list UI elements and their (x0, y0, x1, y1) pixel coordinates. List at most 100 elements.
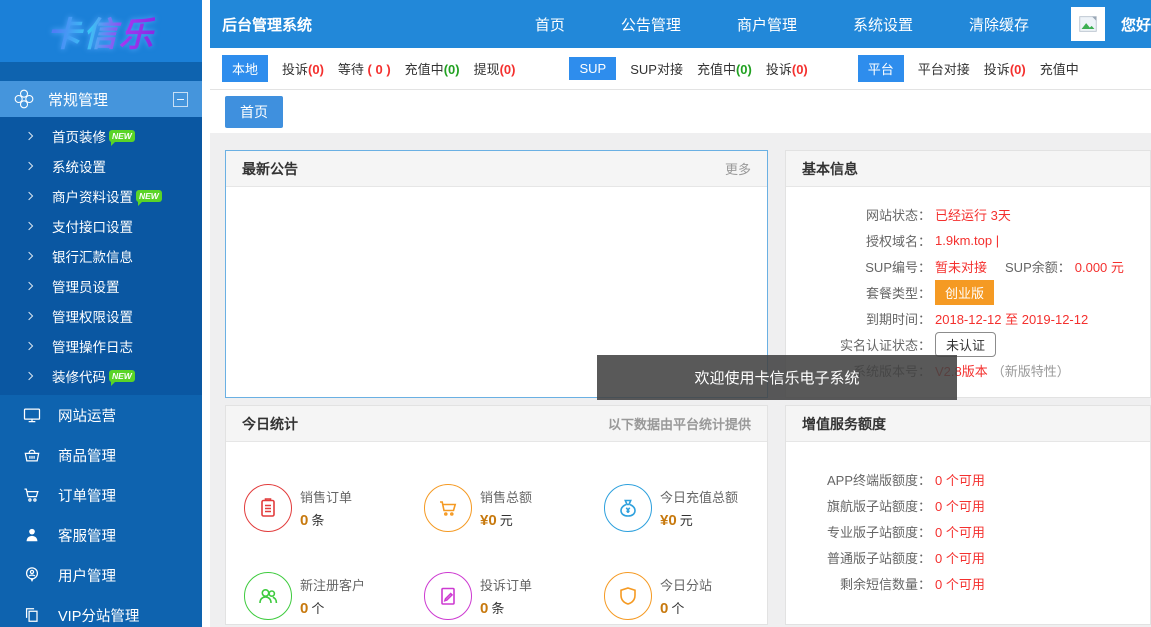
quota-row-flagship: 旗航版子站额度： 0 个可用 (786, 492, 1150, 518)
quota-body: APP终端版额度： 0 个可用 旗航版子站额度： 0 个可用 专业版子站额度： … (786, 442, 1150, 596)
sidebar-item-decor-code[interactable]: 装修代码 NEW (0, 361, 202, 391)
sidebar-item-label: 用户管理 (58, 565, 116, 586)
quota-row-standard: 普通版子站额度： 0 个可用 (786, 544, 1150, 570)
app-root: 卡信乐 常规管理 首页装修 NEW 系统设置 商户资料设置 N (0, 0, 1151, 627)
nav-home[interactable]: 首页 (535, 14, 565, 35)
sidebar-item-label: 管理权限设置 (52, 306, 133, 326)
sidebar-item-payment-interface[interactable]: 支付接口设置 (0, 211, 202, 241)
sup-tab-badge[interactable]: SUP (569, 57, 616, 80)
sup-number-value: 暂未对接 (935, 257, 987, 276)
basic-info-title: 基本信息 (802, 159, 858, 179)
sup-complaints[interactable]: 投诉(0) (766, 59, 808, 78)
chevron-right-icon (25, 222, 33, 230)
sidebar-item-label: VIP分站管理 (58, 605, 139, 626)
users-icon (256, 584, 280, 608)
order-icon (256, 496, 280, 520)
support-person-icon (22, 525, 42, 545)
stat-today-substations: 今日分站 0个 (604, 552, 784, 627)
nav-announcement-management[interactable]: 公告管理 (621, 14, 681, 35)
image-placeholder-icon (1077, 13, 1099, 35)
quota-row-professional: 专业版子站额度： 0 个可用 (786, 518, 1150, 544)
nav-merchant-management[interactable]: 商户管理 (737, 14, 797, 35)
stat-today-recharge: 今日充值总额 ¥0元 (604, 464, 784, 552)
sidebar-item-operation-log[interactable]: 管理操作日志 (0, 331, 202, 361)
user-pin-icon (22, 565, 42, 585)
sidebar-item-label: 商户资料设置 (52, 186, 133, 206)
local-complaints[interactable]: 投诉(0) (282, 59, 324, 78)
stats-bar: 本地 投诉(0) 等待 ( 0 ) 充值中(0) 提现(0) SUP SUP对接… (210, 48, 1151, 90)
shield-icon (616, 584, 640, 608)
nav-system-settings[interactable]: 系统设置 (853, 14, 913, 35)
user-greeting: 您好 (1121, 14, 1151, 35)
chevron-right-icon (25, 192, 33, 200)
sidebar-item-admin-permissions[interactable]: 管理权限设置 (0, 301, 202, 331)
realname-status-row: 实名认证状态： 未认证 (786, 331, 1150, 357)
sidebar-item-label: 管理操作日志 (52, 336, 133, 356)
stats-source-note: 以下数据由平台统计提供 (608, 414, 751, 433)
nav-clear-cache[interactable]: 清除缓存 (969, 14, 1029, 35)
sidebar-section-regular-management[interactable]: 常规管理 (0, 81, 202, 117)
today-stats-title: 今日统计 (242, 414, 298, 434)
more-link[interactable]: 更多 (725, 159, 751, 178)
sidebar-item-merchant-profile[interactable]: 商户资料设置 NEW (0, 181, 202, 211)
sidebar-item-label: 支付接口设置 (52, 216, 133, 236)
sidebar-item-label: 装修代码 (52, 366, 106, 386)
sidebar-item-site-operation[interactable]: 网站运营 (0, 395, 202, 435)
expire-time-row: 到期时间： 2018-12-12 至 2019-12-12 (786, 305, 1150, 331)
moneybag-icon (616, 496, 640, 520)
quota-title: 增值服务额度 (802, 414, 886, 434)
sidebar-item-homepage-decor[interactable]: 首页装修 NEW (0, 121, 202, 151)
platform-complaints[interactable]: 投诉(0) (984, 59, 1026, 78)
avatar[interactable] (1071, 7, 1105, 41)
basic-info-body: 网站状态： 已经运行 3天 授权域名： 1.9km.top | SUP编号： 暂… (786, 187, 1150, 383)
stat-sales-orders: 销售订单 0条 (244, 464, 424, 552)
new-badge: NEW (136, 190, 162, 202)
pages-icon (22, 605, 42, 625)
sidebar-item-admin-settings[interactable]: 管理员设置 (0, 271, 202, 301)
app-title: 后台管理系统 (222, 14, 312, 35)
expire-time-value: 2018-12-12 至 2019-12-12 (935, 309, 1088, 328)
sidebar-section-label: 常规管理 (48, 89, 173, 110)
quota-panel: 增值服务额度 APP终端版额度： 0 个可用 旗航版子站额度： 0 个可用 专业… (785, 405, 1151, 625)
sup-connect[interactable]: SUP对接 (630, 59, 683, 78)
sidebar-item-bank-remittance[interactable]: 银行汇款信息 (0, 241, 202, 271)
sup-recharging[interactable]: 充值中(0) (697, 59, 752, 78)
sidebar-item-order-management[interactable]: 订单管理 (0, 475, 202, 515)
sidebar-item-label: 客服管理 (58, 525, 116, 546)
logo[interactable]: 卡信乐 (0, 0, 202, 62)
sidebar-item-user-management[interactable]: 用户管理 (0, 555, 202, 595)
cart-icon (436, 496, 460, 520)
chevron-right-icon (25, 132, 33, 140)
sidebar-item-vip-substation[interactable]: VIP分站管理 (0, 595, 202, 627)
chevron-right-icon (25, 312, 33, 320)
topbar-nav: 首页 公告管理 商户管理 系统设置 清除缓存 (535, 14, 1029, 35)
realname-status-button[interactable]: 未认证 (935, 332, 996, 357)
platform-tab-badge[interactable]: 平台 (858, 55, 904, 82)
chevron-right-icon (25, 252, 33, 260)
basket-icon (22, 445, 42, 465)
authorized-domain-value: 1.9km.top | (935, 233, 999, 248)
collapse-icon[interactable] (173, 92, 188, 107)
stat-new-customers: 新注册客户 0个 (244, 552, 424, 627)
local-withdraw[interactable]: 提现(0) (474, 59, 516, 78)
version-feature-note[interactable]: （新版特性） (992, 361, 1070, 380)
local-waiting[interactable]: 等待 ( 0 ) (338, 59, 391, 78)
sidebar-item-system-settings[interactable]: 系统设置 (0, 151, 202, 181)
platform-connect[interactable]: 平台对接 (918, 59, 970, 78)
site-status-value: 已经运行 3天 (935, 205, 1011, 224)
sidebar-item-customer-service[interactable]: 客服管理 (0, 515, 202, 555)
quota-row-app: APP终端版额度： 0 个可用 (786, 466, 1150, 492)
platform-recharging[interactable]: 充值中 (1040, 59, 1079, 78)
breadcrumb-home-tab[interactable]: 首页 (225, 96, 283, 128)
welcome-toast: 欢迎使用卡信乐电子系统 (597, 355, 957, 400)
local-recharging[interactable]: 充值中(0) (405, 59, 460, 78)
cart-icon (22, 485, 42, 505)
complaint-icon (436, 584, 460, 608)
today-stats-grid: 销售订单 0条 销售总额 ¥0元 (226, 442, 767, 627)
site-status-row: 网站状态： 已经运行 3天 (786, 201, 1150, 227)
package-type-button[interactable]: 创业版 (935, 280, 994, 305)
local-tab-badge[interactable]: 本地 (222, 55, 268, 82)
new-badge: NEW (109, 370, 135, 382)
sidebar-item-product-management[interactable]: 商品管理 (0, 435, 202, 475)
sidebar-item-label: 管理员设置 (52, 276, 120, 296)
